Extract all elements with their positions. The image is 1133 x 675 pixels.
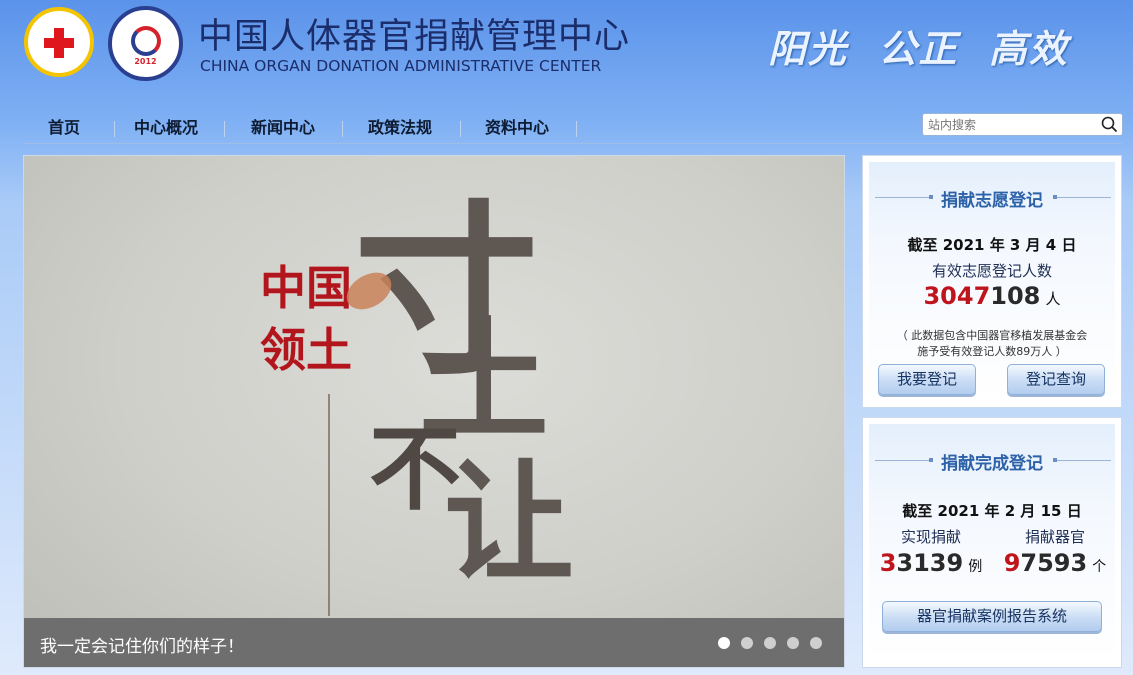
nav-item-policy[interactable]: 政策法规 xyxy=(368,113,432,143)
nav-divider xyxy=(576,121,577,137)
nav-item-news[interactable]: 新闻中心 xyxy=(251,113,315,143)
nav-item-about[interactable]: 中心概况 xyxy=(134,113,198,143)
carousel-caption[interactable]: 我一定会记住你们的样子！ xyxy=(40,632,244,657)
hero-art-small-red: 中国 xyxy=(260,261,352,315)
nav-item-home[interactable]: 首页 xyxy=(48,113,80,143)
organs-label: 捐献器官 xyxy=(1024,528,1085,546)
donations-count-red: 3 xyxy=(879,549,897,577)
hero-carousel[interactable]: 寸 土 不 让 中国 领土 我一定会记住你们的样子！ xyxy=(23,155,845,668)
nav-divider xyxy=(342,121,343,137)
organs-count-red: 9 xyxy=(1003,549,1021,577)
volunteer-note-line1: （ 此数据包含中国器官移植发展基金会 xyxy=(896,329,1088,342)
donation-case-report-button[interactable]: 器官捐献案例报告系统 xyxy=(882,601,1102,632)
carousel-dot[interactable] xyxy=(718,637,730,649)
volunteer-note-line2: 施予受有效登记人数89万人 ） xyxy=(917,345,1067,358)
red-cross-logo[interactable] xyxy=(24,7,94,77)
site-header: 2012 中国人体器官捐献管理中心 CHINA ORGAN DONATION A… xyxy=(0,0,1133,100)
registration-query-button[interactable]: 登记查询 xyxy=(1007,364,1105,395)
volunteer-count-red: 3047 xyxy=(923,282,991,310)
carousel-dot[interactable] xyxy=(810,637,822,649)
volunteer-registration-panel: 捐献志愿登记 截至 2021 年 3 月 4 日 有效志愿登记人数 304710… xyxy=(862,155,1122,408)
hero-art-big-char: 让 xyxy=(444,446,574,599)
volunteer-count: 3047108 人 xyxy=(869,282,1115,310)
volunteer-panel-title: 捐献志愿登记 xyxy=(941,191,1043,211)
carousel-dot[interactable] xyxy=(764,637,776,649)
organs-count-dark: 7593 xyxy=(1020,549,1088,577)
donations-count: 33139 例 xyxy=(869,549,993,577)
site-search xyxy=(922,113,1123,136)
organ-donation-emblem-logo[interactable]: 2012 xyxy=(108,6,183,81)
carousel-dot[interactable] xyxy=(787,637,799,649)
nav-divider xyxy=(224,121,225,137)
completion-date: 截至 2021 年 2 月 15 日 xyxy=(902,502,1082,520)
register-button[interactable]: 我要登记 xyxy=(878,364,976,395)
organs-unit: 个 xyxy=(1092,559,1107,575)
slogan: 阳光 公正 高效 xyxy=(768,26,1069,71)
carousel-caption-bar: 我一定会记住你们的样子！ xyxy=(24,618,844,667)
hero-art-small-red: 领土 xyxy=(260,323,352,377)
completion-panel-title: 捐献完成登记 xyxy=(941,454,1043,474)
hero-slide-image[interactable]: 寸 土 不 让 中国 领土 xyxy=(24,156,845,618)
donations-label: 实现捐献 xyxy=(900,528,961,546)
volunteer-count-dark: 108 xyxy=(990,282,1041,310)
organs-count: 97593 个 xyxy=(993,549,1117,577)
volunteer-count-label: 有效志愿登记人数 xyxy=(931,262,1052,280)
donation-completion-panel: 捐献完成登记 截至 2021 年 2 月 15 日 实现捐献 捐献器官 3313… xyxy=(862,417,1122,668)
volunteer-count-unit: 人 xyxy=(1045,290,1061,308)
donations-count-dark: 3139 xyxy=(896,549,964,577)
site-title-english: CHINA ORGAN DONATION ADMINISTRATIVE CENT… xyxy=(200,57,602,75)
search-input[interactable] xyxy=(928,116,1096,133)
donations-unit: 例 xyxy=(968,559,983,575)
nav-divider xyxy=(114,121,115,137)
volunteer-date: 截至 2021 年 3 月 4 日 xyxy=(907,236,1077,254)
search-icon[interactable] xyxy=(1101,116,1118,133)
nav-item-resources[interactable]: 资料中心 xyxy=(485,113,549,143)
nav-divider xyxy=(460,121,461,137)
carousel-dot[interactable] xyxy=(741,637,753,649)
emblem-year: 2012 xyxy=(134,57,157,66)
site-title: 中国人体器官捐献管理中心 xyxy=(198,17,631,57)
